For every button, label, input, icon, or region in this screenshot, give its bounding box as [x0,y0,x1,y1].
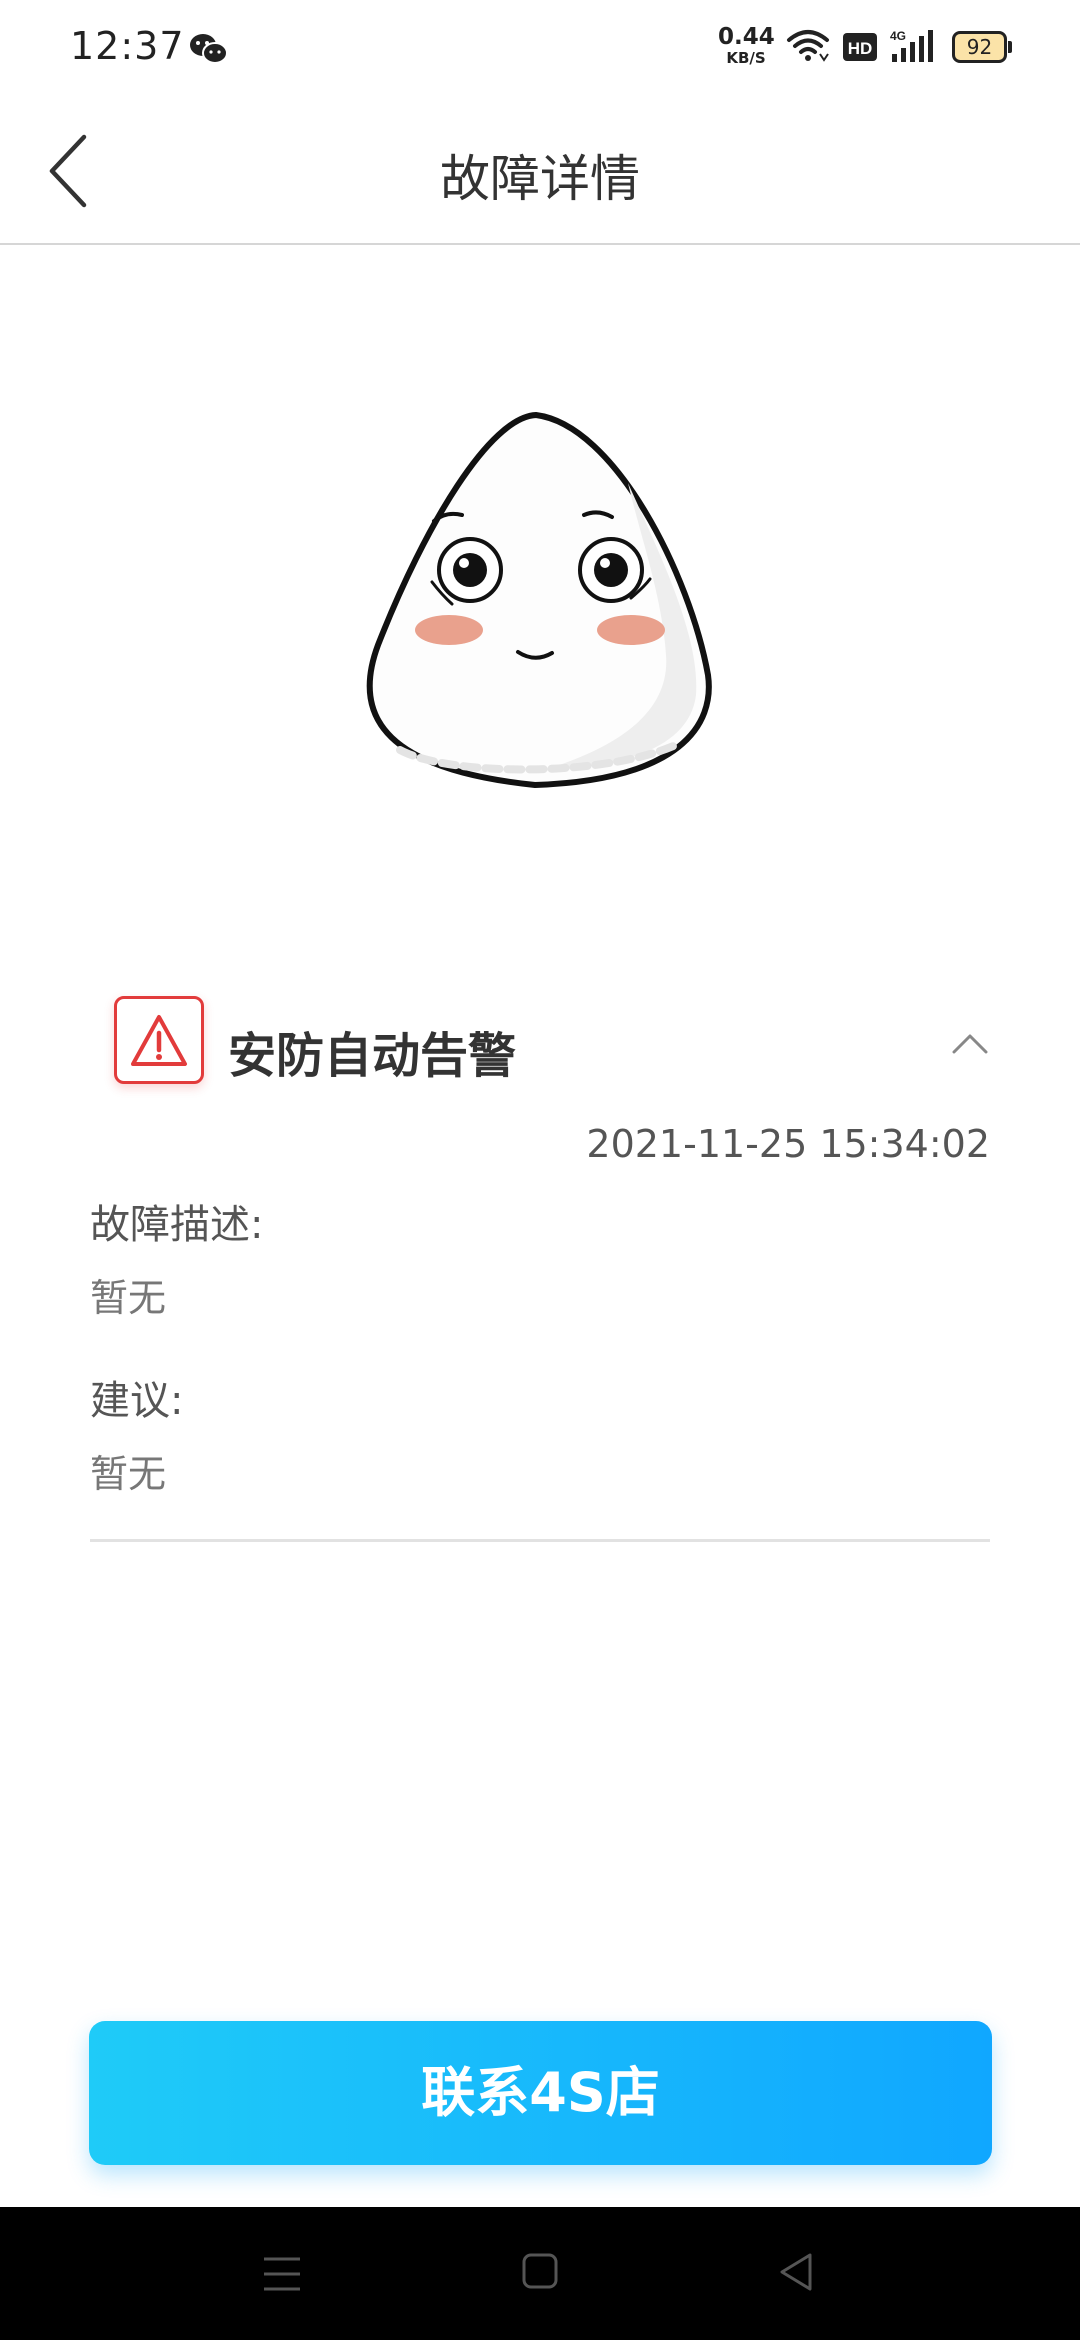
battery-level: 92 [952,31,1007,63]
hd-icon: HD [843,33,877,61]
page-title: 故障详情 [440,150,640,208]
battery-icon: 92 [952,31,1012,63]
alert-timestamp: 2021-11-25 15:34:02 [586,1122,990,1166]
wechat-icon [190,34,228,64]
suggestion-value: 暂无 [90,1452,167,1496]
network-speed-unit: KB/S [726,49,766,67]
wifi-icon [787,30,829,62]
alert-detail-card[interactable]: 安防自动告警 2021-11-25 15:34:02 故障描述: 暂无 建议: … [90,980,990,1542]
signal-icon: 4G [890,29,933,62]
status-time: 12:37 [70,24,185,68]
fault-description-value: 暂无 [90,1276,167,1320]
back-icon[interactable] [778,2252,814,2292]
fault-description-label: 故障描述: [90,1202,264,1248]
warning-icon [114,996,204,1084]
menu-icon[interactable] [262,2255,302,2293]
chevron-up-icon[interactable] [952,1032,988,1054]
suggestion-label: 建议: [90,1378,184,1424]
system-nav-bar [0,2207,1080,2340]
title-bar: 故障详情 [0,95,1080,245]
rice-ball-mascot-illustration [366,412,712,788]
hd-label: HD [848,39,873,58]
home-icon[interactable] [522,2253,558,2289]
status-bar: 12:37 0.44 KB/S HD 4G 92 [0,0,1080,95]
alert-title: 安防自动告警 [228,1028,517,1084]
contact-4s-store-button[interactable]: 联系4S店 [89,2021,992,2165]
network-speed-value: 0.44 [718,24,775,50]
screen: 12:37 0.44 KB/S HD 4G 92 故障详情 安防自动告警 202… [0,0,1080,2340]
network-speed: 0.44 KB/S [718,24,775,67]
network-type: 4G [890,29,906,43]
battery-tip [1008,41,1012,53]
